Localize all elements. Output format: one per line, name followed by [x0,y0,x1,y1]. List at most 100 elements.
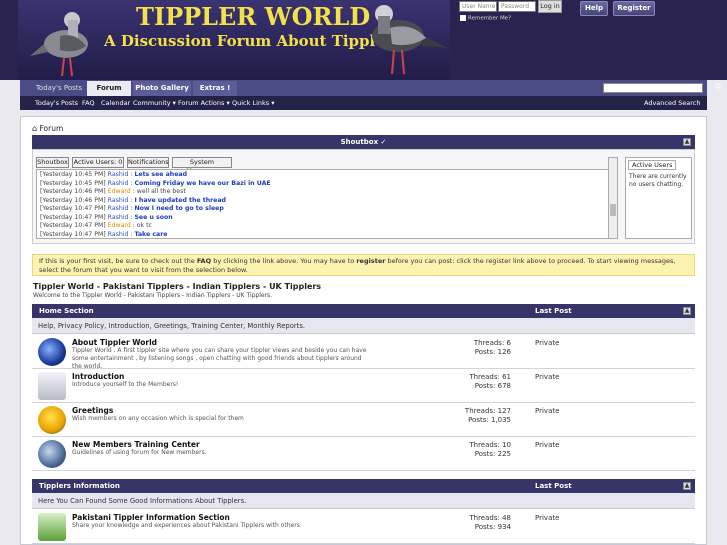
forum-row-desc: Introduce yourself to the Members! [72,381,179,388]
remember-checkbox[interactable] [460,15,466,21]
shout-message: [Yesterday 10:45 PM] Rashid : Lets see a… [40,171,187,178]
forum-row[interactable]: About Tippler World Tippler World . A fi… [32,335,695,370]
post-count: Posts: 225 [474,450,511,458]
system-messages-tab[interactable]: System Messages [172,157,232,175]
shoutbox-title: Shoutbox [340,138,379,146]
thread-count: Threads: 6 [473,339,511,347]
login-button[interactable]: Log in [538,0,562,13]
forum-title: Tippler World - Pakistani Tipplers - Ind… [33,282,322,291]
post-count: Posts: 934 [474,523,511,531]
pigeon-right-image [372,5,448,75]
category-description: Here You Can Found Some Good Information… [32,493,695,509]
home-icon[interactable]: ⌂ [32,124,37,133]
site-header: TIPPLER WORLD A Discussion Forum About T… [0,0,727,80]
subnav-faq[interactable]: FAQ [82,96,95,110]
subnav-todays-posts[interactable]: Today's Posts [35,96,78,110]
subnav-calendar[interactable]: Calendar [101,96,130,110]
site-banner[interactable]: TIPPLER WORLD A Discussion Forum About T… [18,0,450,80]
welcome-notice: If this is your first visit, be sure to … [32,254,695,276]
thread-count: Threads: 48 [469,514,511,522]
last-post: Private [535,441,560,449]
forum-row-desc: Tippler World . A first tippler site whe… [72,347,367,370]
shoutbox-header: Shoutbox ✓ ▲ [32,135,695,149]
subnav-community[interactable]: Community ▾ [133,96,176,110]
subnav-quick-links[interactable]: Quick Links ▾ [232,96,274,110]
shout-message: [Yesterday 10:46 PM] Rashid : I have upd… [40,196,226,204]
shout-message: [Yesterday 10:46 PM] Edward : well all t… [40,188,186,195]
forum-name[interactable]: Introduction [72,372,124,381]
thread-count: Threads: 127 [464,407,511,415]
last-post: Private [535,339,560,347]
forum-description: Welcome to the Tippler World - Pakistani… [33,292,273,299]
breadcrumb: ⌂ Forum [32,124,63,133]
subnav-forum-actions[interactable]: Forum Actions ▾ [178,96,230,110]
last-post: Private [535,407,560,415]
main-nav: Today's Posts Forum Photo Gallery Extras… [20,80,721,96]
active-users-title: Active Users [628,160,677,170]
forum-name[interactable]: Greetings [72,406,113,415]
post-count: Posts: 678 [474,382,511,390]
shout-message: [Yesterday 10:47 PM] Edward : ok tc [40,222,152,229]
register-button[interactable]: Register [613,1,655,16]
help-button[interactable]: Help [580,1,608,16]
site-title: TIPPLER WORLD [136,2,371,31]
collapse-icon[interactable]: ▲ [683,138,691,146]
forum-row[interactable]: Greetings Wish members on any occasion w… [32,403,695,437]
forum-row[interactable]: Pakistani Tippler Information Section Sh… [32,510,695,544]
pigeon-left-image [30,12,88,77]
shout-message: [Yesterday 10:47 PM] Rashid : Now I need… [40,205,224,212]
checklist-icon [38,513,66,541]
category-header: Tipplers Information Last Post ▲ [32,479,695,493]
shoutbox-scrollbar[interactable] [608,157,618,239]
remember-me[interactable]: Remember Me? [460,15,511,22]
forum-name[interactable]: Pakistani Tippler Information Section [72,513,230,522]
active-users-box: Active Users There are currently no user… [625,157,692,239]
password-input[interactable]: Password [498,1,536,12]
last-post: Private [535,514,560,522]
last-post: Private [535,373,560,381]
sub-nav: Today's Posts FAQ Calendar Community ▾ F… [20,96,707,110]
advanced-search-link[interactable]: Advanced Search [644,96,701,110]
shoutbox-tab[interactable]: Shoutbox [36,157,69,168]
post-count: Posts: 126 [474,348,511,356]
post-count: Posts: 1,035 [468,416,511,424]
forum-row[interactable]: New Members Training Center Guidelines o… [32,437,695,471]
category-header: Home Section Last Post ▲ [32,304,695,318]
last-post-label: Last Post [535,307,572,315]
forum-name[interactable]: About Tippler World [72,338,157,347]
active-users-tab[interactable]: Active Users: 0 [72,157,124,168]
shoutbox-messages: [Yesterday 10:45 PM] Rashid : Lets see a… [36,169,618,239]
shout-message: [Yesterday 10:45 PM] Rashid : Coming Fri… [40,179,271,187]
thread-count: Threads: 10 [469,441,511,449]
category-title[interactable]: Tipplers Information [39,479,120,493]
tab-todays-posts[interactable]: Today's Posts [32,81,86,96]
tab-forum[interactable]: Forum [87,81,131,96]
category-title[interactable]: Home Section [39,304,94,318]
active-users-text: There are currently no users chatting. [629,173,687,188]
scroll-thumb[interactable] [610,204,616,216]
shoutbox-check-icon: ✓ [380,138,387,146]
tab-photo-gallery[interactable]: Photo Gallery [133,81,191,96]
breadcrumb-forum[interactable]: Forum [39,124,63,133]
collapse-icon[interactable]: ▲ [683,307,691,315]
tab-extras[interactable]: Extras ! [193,81,237,96]
document-icon [38,372,66,400]
search-icon[interactable]: ⚲ [711,82,725,94]
notifications-tab[interactable]: Notifications [127,157,169,168]
shout-message: [Yesterday 10:47 PM] Rashid : See u soon [40,213,173,221]
faq-link[interactable]: FAQ [197,257,211,265]
forum-row-desc: Share your knowledge and experiences abo… [72,522,300,529]
nav-search-input[interactable] [603,83,703,93]
shout-message: [Yesterday 10:47 PM] Rashid : Take care [40,230,168,238]
forum-row-desc: Wish members on any occasion which is sp… [72,415,244,422]
forum-row[interactable]: Introduction Introduce yourself to the M… [32,369,695,403]
globe-icon [38,338,66,366]
forum-name[interactable]: New Members Training Center [72,440,200,449]
collapse-icon[interactable]: ▲ [683,482,691,490]
register-link[interactable]: register [356,257,385,265]
smiley-icon [38,406,66,434]
username-input[interactable]: User Name [459,1,497,12]
thread-count: Threads: 61 [469,373,511,381]
last-post-label: Last Post [535,482,572,490]
forum-row-desc: Guidelines of using forum for New member… [72,449,207,456]
